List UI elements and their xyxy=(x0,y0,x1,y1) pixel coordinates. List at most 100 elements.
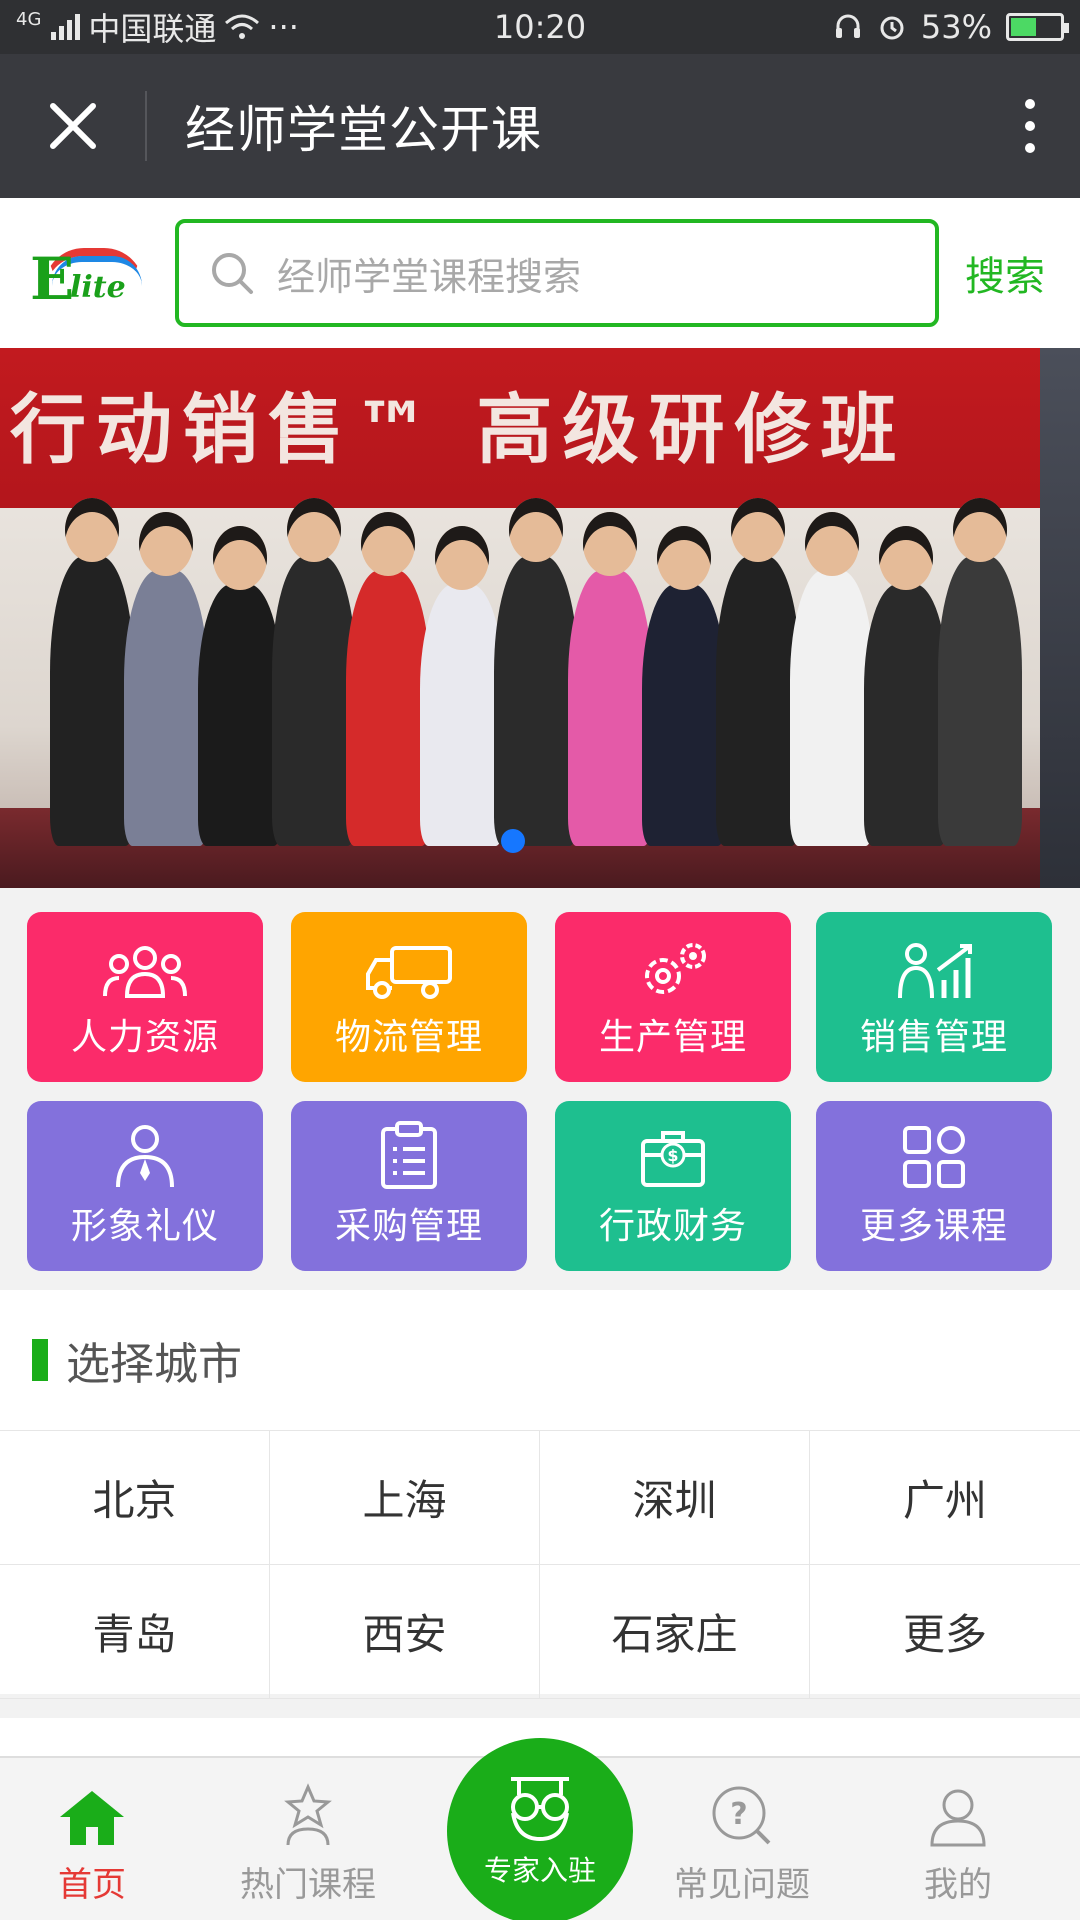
category-logistics[interactable]: 物流管理 xyxy=(291,912,527,1082)
gears-icon xyxy=(645,943,706,994)
nav-label: 常见问题 xyxy=(674,1865,810,1905)
section-accent-bar xyxy=(32,1339,48,1381)
category-label: 物流管理 xyxy=(334,1017,483,1058)
svg-text:$: $ xyxy=(667,1146,678,1165)
network-type: 4G xyxy=(16,8,42,30)
banner-person-head xyxy=(805,512,859,576)
carousel-indicator-dot[interactable] xyxy=(501,829,525,853)
search-icon xyxy=(212,253,253,294)
wifi-icon xyxy=(225,14,260,39)
category-label: 人力资源 xyxy=(70,1017,219,1058)
svg-text:?: ? xyxy=(730,1797,747,1832)
banner-person-head xyxy=(731,498,785,562)
banner-person-head xyxy=(879,526,933,590)
city-guangzhou[interactable]: 广州 xyxy=(810,1431,1080,1564)
nav-label: 首页 xyxy=(58,1865,126,1905)
nav-home[interactable]: 首页 xyxy=(0,1758,192,1920)
page-title: 经师学堂公开课 xyxy=(185,101,542,159)
nav-hot-courses[interactable]: 热门课程 xyxy=(208,1758,408,1920)
search-input[interactable]: 经师学堂课程搜索 xyxy=(175,219,939,327)
city-header: 选择城市 xyxy=(0,1290,1080,1430)
battery-fill xyxy=(1011,18,1037,36)
banner-person xyxy=(864,584,948,846)
city-qingdao[interactable]: 青岛 xyxy=(0,1565,270,1698)
banner-person xyxy=(50,556,134,846)
banner-person-head xyxy=(361,512,415,576)
grid-more-icon xyxy=(903,1126,965,1188)
search-placeholder: 经师学堂课程搜索 xyxy=(277,254,582,299)
headset-icon xyxy=(835,14,860,38)
category-etiquette[interactable]: 形象礼仪 xyxy=(27,1101,263,1271)
carrier-name: 中国联通 xyxy=(88,10,217,48)
category-more[interactable]: 更多课程 xyxy=(816,1101,1052,1271)
category-hr[interactable]: 人力资源 xyxy=(27,912,263,1082)
banner-next-slide-peek xyxy=(1040,348,1080,888)
title-divider xyxy=(145,91,147,161)
city-more[interactable]: 更多 xyxy=(810,1565,1080,1698)
city-section-title: 选择城市 xyxy=(66,1339,242,1390)
category-sales[interactable]: 销售管理 xyxy=(816,912,1052,1082)
search-button[interactable]: 搜索 xyxy=(965,244,1045,302)
city-shijiazhuang[interactable]: 石家庄 xyxy=(540,1565,810,1698)
expert-glasses-icon xyxy=(511,1777,569,1842)
city-beijing[interactable]: 北京 xyxy=(0,1431,270,1564)
status-left: 4G 中国联通 ··· xyxy=(16,4,833,50)
banner-person-head xyxy=(213,526,267,590)
banner-person xyxy=(790,570,874,846)
banner-person xyxy=(124,570,208,846)
category-label: 生产管理 xyxy=(598,1017,747,1058)
people-group-icon xyxy=(103,946,187,998)
nav-faq[interactable]: ? 常见问题 xyxy=(642,1758,842,1920)
category-label: 行政财务 xyxy=(598,1206,747,1247)
category-procurement[interactable]: 采购管理 xyxy=(291,1101,527,1271)
category-admin-finance[interactable]: $ 行政财务 xyxy=(555,1101,791,1271)
more-menu-button[interactable] xyxy=(980,54,1080,198)
close-icon xyxy=(49,103,96,149)
user-icon xyxy=(930,1789,986,1847)
banner-person xyxy=(198,584,282,846)
banner-person-head xyxy=(139,512,193,576)
category-production[interactable]: 生产管理 xyxy=(555,912,791,1082)
star-person-icon xyxy=(284,1783,332,1846)
category-grid: 人力资源 物流管理 生产管理 销售管理 形象礼仪 采购管理 $ 行政财务 更多课 xyxy=(0,888,1080,1290)
status-bar: 4G 中国联通 ··· 10:20 53% xyxy=(0,0,1080,54)
city-section: 选择城市 北京 上海 深圳 广州 青岛 西安 石家庄 更多 xyxy=(0,1290,1080,1699)
person-tie-icon xyxy=(116,1125,174,1188)
banner-person-head xyxy=(287,498,341,562)
banner-person-head xyxy=(583,512,637,576)
banner-person xyxy=(716,556,800,846)
clipboard-icon xyxy=(381,1121,437,1189)
banner-slogan: 行动销售™ 高级研修班 xyxy=(10,385,907,474)
city-shanghai[interactable]: 上海 xyxy=(270,1431,540,1564)
sales-chart-icon xyxy=(898,943,972,999)
nav-mine[interactable]: 我的 xyxy=(858,1758,1058,1920)
banner-person xyxy=(494,556,578,846)
city-xian[interactable]: 西安 xyxy=(270,1565,540,1698)
home-icon xyxy=(60,1791,124,1845)
logo-letter: E xyxy=(30,245,75,313)
status-right: 53% xyxy=(833,8,1069,46)
city-row: 北京 上海 深圳 广州 xyxy=(0,1431,1080,1565)
banner-person-head xyxy=(509,498,563,562)
banner-carousel[interactable]: 行动销售™ 高级研修班 xyxy=(0,348,1080,888)
truck-icon xyxy=(366,946,452,999)
title-bar: 经师学堂公开课 xyxy=(0,54,1080,198)
elite-logo: E lite xyxy=(0,198,175,348)
banner-person-head xyxy=(65,498,119,562)
battery-percent: 53% xyxy=(920,8,992,46)
banner-person xyxy=(938,556,1022,846)
close-button[interactable] xyxy=(0,54,145,198)
city-grid: 北京 上海 深圳 广州 青岛 西安 石家庄 更多 xyxy=(0,1430,1080,1699)
banner-person xyxy=(272,556,356,846)
signal-icon xyxy=(51,14,81,40)
category-label: 销售管理 xyxy=(859,1017,1008,1058)
nav-label: 我的 xyxy=(924,1865,992,1905)
app-page: 4G 中国联通 ··· 10:20 53% 经师学堂公开课 E lite 经师学… xyxy=(0,0,1080,1920)
alarm-icon xyxy=(880,16,904,40)
banner-person xyxy=(642,584,726,846)
expert-join-button[interactable]: 专家入驻 xyxy=(447,1738,633,1920)
city-shenzhen[interactable]: 深圳 xyxy=(540,1431,810,1564)
briefcase-money-icon: $ xyxy=(641,1131,705,1187)
more-notifications: ··· xyxy=(268,8,299,46)
question-icon: ? xyxy=(712,1786,771,1845)
